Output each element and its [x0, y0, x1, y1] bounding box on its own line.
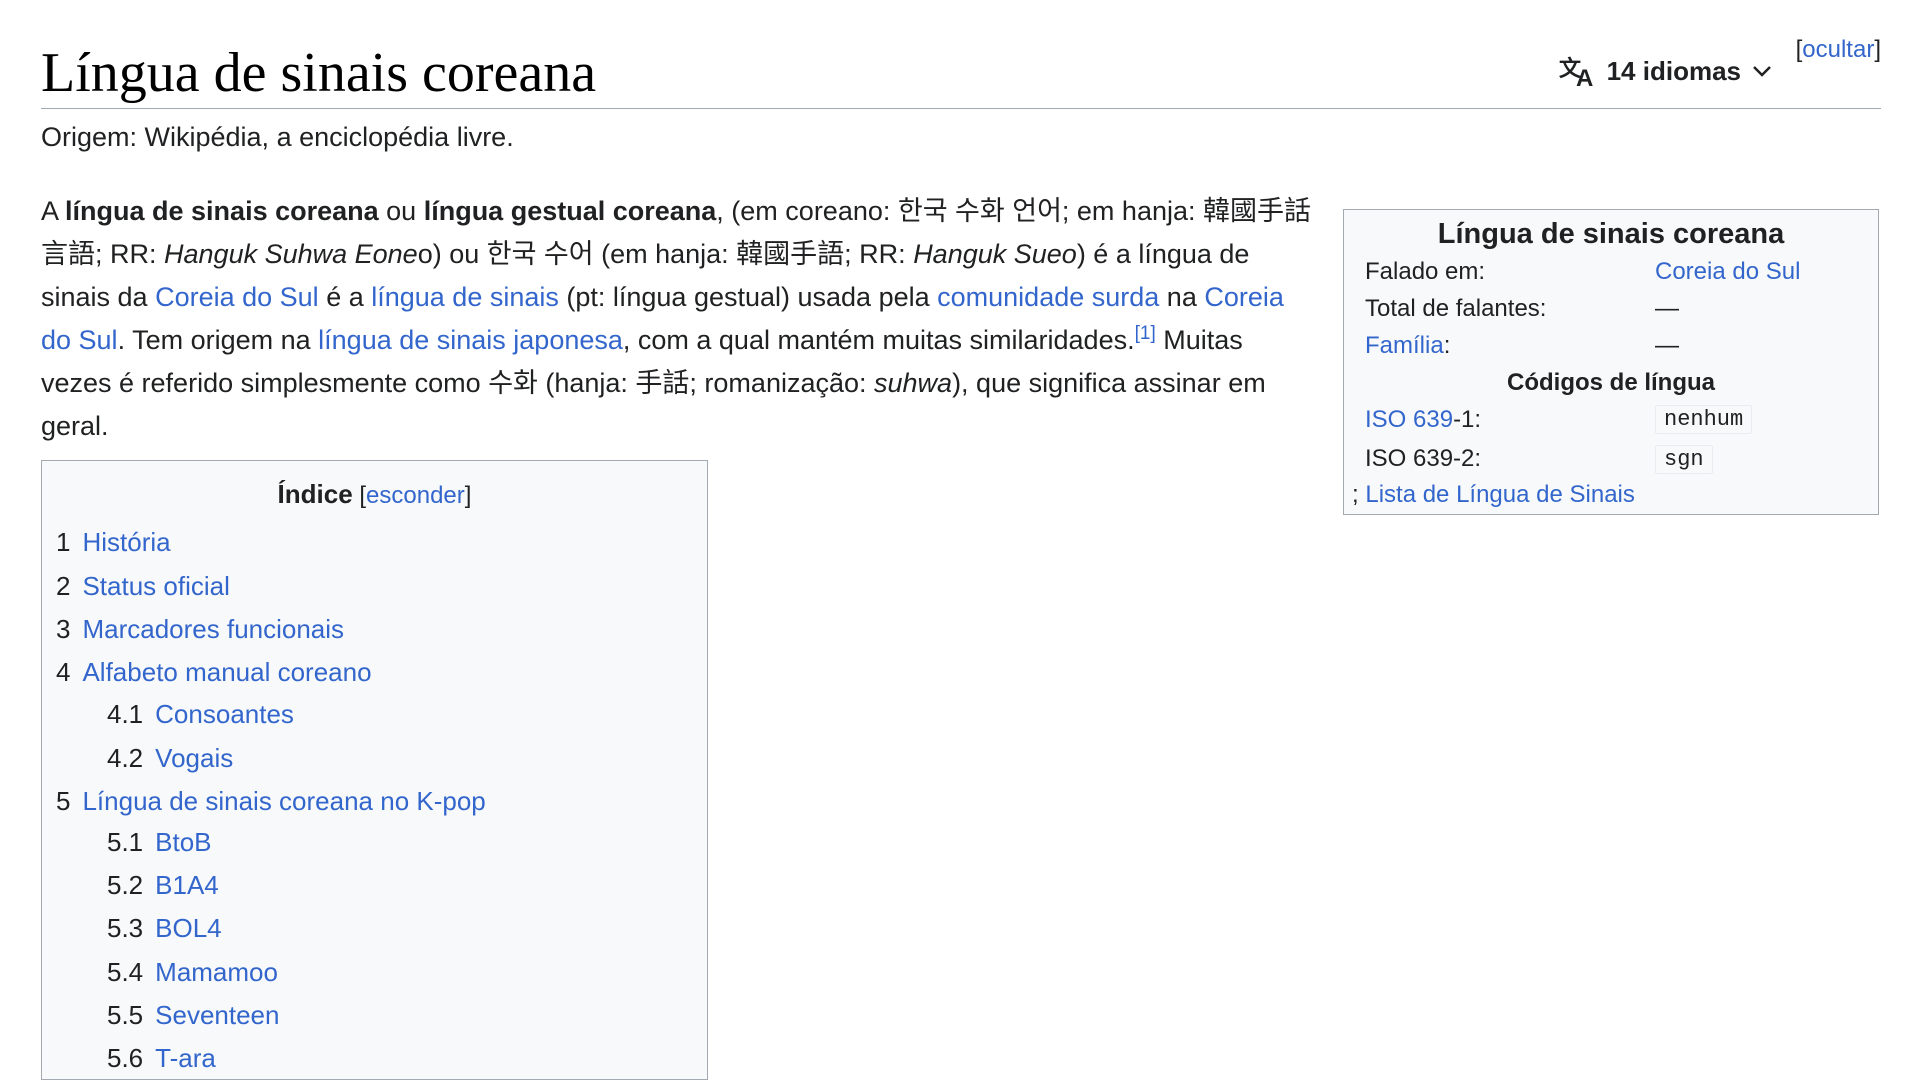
toc-item[interactable]: 5.3 BOL4 [107, 913, 222, 944]
infobox-iso1-value-wrap: nenhum [1655, 404, 1753, 434]
toc-item-link[interactable]: Status oficial [82, 571, 229, 601]
article-page: Língua de sinais coreana 文 A 14 idiomas … [0, 0, 1920, 1080]
sign-language-list-link[interactable]: Lista de Língua de Sinais [1365, 481, 1635, 508]
toc-item-number: 4.1 [107, 699, 144, 729]
lead-text: A [41, 196, 66, 226]
toc-item-link[interactable]: BOL4 [155, 913, 222, 943]
iso1-code: nenhum [1655, 405, 1753, 434]
infobox-spoken-in-link[interactable]: Coreia do Sul [1655, 258, 1800, 286]
language-selector-button[interactable]: 文 A 14 idiomas [1559, 54, 1775, 88]
toc-item[interactable]: 4 Alfabeto manual coreano [56, 657, 372, 688]
bracket-close: ] [1874, 36, 1881, 63]
page-heading: Língua de sinais coreana 文 A 14 idiomas … [41, 30, 1881, 109]
bracket-close: ] [464, 482, 472, 509]
page-title: Língua de sinais coreana [41, 42, 597, 104]
infobox-codes-heading: Códigos de língua [1507, 369, 1715, 396]
toc-item[interactable]: 4.2 Vogais [107, 743, 233, 774]
chevron-down-icon [1749, 61, 1775, 81]
site-subtitle: Origem: Wikipédia, a enciclopédia livre. [41, 122, 514, 152]
infobox-speakers-value: — [1655, 295, 1679, 322]
toc-item-link[interactable]: Consoantes [155, 699, 294, 729]
lead-text: , com a qual mantém muitas similaridades… [622, 325, 1135, 355]
lead-text: é a [318, 282, 372, 312]
toc-item-link[interactable]: Seventeen [155, 1000, 279, 1030]
toc-item[interactable]: 3 Marcadores funcionais [56, 614, 344, 645]
table-of-contents: Índice [esconder] 1 História 2 Status ofici… [41, 460, 708, 1080]
toc-item-link[interactable]: Língua de sinais coreana no K-pop [82, 786, 485, 816]
toc-item-link[interactable]: BtoB [155, 827, 211, 857]
toc-item-link[interactable]: B1A4 [155, 870, 219, 900]
lead-italic-term: Hanguk Suhwa Eone [164, 239, 418, 269]
link-lingua-de-sinais[interactable]: língua de sinais [371, 282, 559, 312]
lead-italic-term: Hanguk Sueo [913, 239, 1077, 269]
infobox-family-value: — [1655, 332, 1679, 359]
toc-item[interactable]: 5.6 T-ara [107, 1043, 216, 1074]
toc-title: Índice [277, 479, 353, 509]
toc-item-link[interactable]: Mamamoo [155, 957, 278, 987]
svg-text:A: A [1576, 65, 1593, 88]
iso-639-link[interactable]: ISO 639 [1365, 406, 1453, 433]
link-lingua-de-sinais-japonesa[interactable]: língua de sinais japonesa [318, 325, 623, 355]
reference-link[interactable]: [1] [1135, 323, 1156, 344]
lead-paragraph: A língua de sinais coreana ou língua ges… [41, 190, 1311, 448]
lead-text: (pt: língua gestual) usada pela [558, 282, 938, 312]
lead-text: o) ou 한국 수어 (em hanja: 韓國手語; RR: [417, 239, 914, 269]
bracket-open: [ [352, 482, 367, 509]
toc-item-link[interactable]: Alfabeto manual coreano [82, 657, 371, 687]
toc-item[interactable]: 4.1 Consoantes [107, 699, 294, 730]
toc-item-number: 5 [56, 786, 71, 816]
toc-item-number: 4.2 [107, 743, 144, 773]
toc-item[interactable]: 5.1 BtoB [107, 827, 212, 858]
toc-item-number: 5.3 [107, 913, 144, 943]
translate-icon: 文 A [1559, 54, 1599, 88]
lead-text: na [1159, 282, 1205, 312]
infobox-iso1-row: ISO 639-1: [1365, 406, 1481, 434]
toc-item-number: 5.5 [107, 1000, 144, 1030]
toc-item-number: 5.6 [107, 1043, 144, 1073]
lead-bold-term: língua de sinais coreana [65, 196, 379, 226]
lead-bold-term: língua gestual coreana [423, 196, 717, 226]
toc-item-number: 5.1 [107, 827, 144, 857]
infobox-family-row: Família: [1365, 332, 1450, 360]
infobox-speakers-label: Total de falantes: [1365, 295, 1547, 322]
languages-count-label: 14 idiomas [1606, 55, 1741, 86]
infobox-spoken-in-label: Falado em: [1365, 258, 1486, 285]
link-comunidade-surda[interactable]: comunidade surda [937, 282, 1159, 312]
toc-hide-link[interactable]: esconder [366, 482, 465, 509]
link-coreia-do-sul[interactable]: Coreia do Sul [155, 282, 319, 312]
toc-item[interactable]: 5.5 Seventeen [107, 1000, 279, 1031]
lead-text: . Tem origem na [117, 325, 319, 355]
toc-item[interactable]: 1 História [56, 527, 171, 558]
toc-item-link[interactable]: T-ara [155, 1043, 216, 1073]
toc-item-number: 2 [56, 571, 71, 601]
toc-item[interactable]: 2 Status oficial [56, 571, 230, 602]
toc-item-number: 1 [56, 527, 71, 557]
infobox-iso2-value-wrap: sgn [1655, 444, 1713, 474]
toc-item[interactable]: 5.4 Mamamoo [107, 957, 278, 988]
lead-text: ou [378, 196, 424, 226]
toc-item-link[interactable]: Vogais [155, 743, 233, 773]
infobox: Língua de sinais coreana Falado em: Core… [1343, 209, 1879, 515]
iso2-code: sgn [1655, 445, 1713, 474]
toc-item-number: 4 [56, 657, 71, 687]
toc-item-link[interactable]: Marcadores funcionais [82, 614, 344, 644]
toc-item[interactable]: 5 Língua de sinais coreana no K-pop [56, 786, 486, 817]
colon: : [1443, 332, 1451, 359]
iso1-suffix: -1: [1453, 406, 1482, 433]
infobox-iso2-label: ISO 639-2: [1365, 445, 1482, 472]
toc-item-number: 3 [56, 614, 71, 644]
toc-item-number: 5.2 [107, 870, 144, 900]
list-prefix: ; [1352, 481, 1366, 508]
lead-italic-term: suhwa [874, 368, 953, 398]
infobox-family-link[interactable]: Família [1365, 332, 1444, 359]
toc-item-number: 5.4 [107, 957, 144, 987]
infobox-title: Língua de sinais coreana [1437, 218, 1785, 250]
toc-item[interactable]: 5.2 B1A4 [107, 870, 219, 901]
hide-languages-control: [ocultar] [1796, 36, 1881, 64]
toc-header: Índice [esconder] [42, 479, 707, 510]
infobox-list-row: ; Lista de Língua de Sinais [1352, 481, 1635, 509]
hide-link[interactable]: ocultar [1802, 36, 1874, 63]
toc-item-link[interactable]: História [82, 527, 170, 557]
